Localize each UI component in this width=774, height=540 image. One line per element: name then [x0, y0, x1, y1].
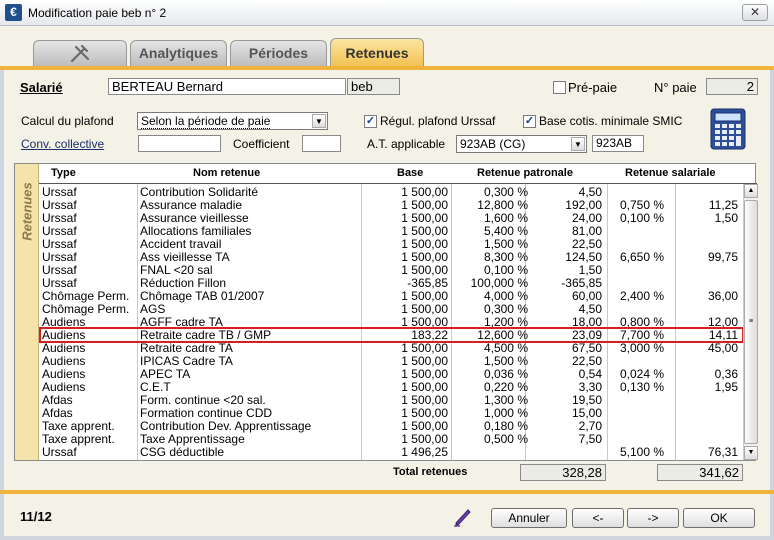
tab-retenues[interactable]: Retenues: [330, 38, 424, 68]
coefficient-field[interactable]: [302, 135, 341, 152]
calcul-plafond-value: Selon la période de paie: [141, 114, 271, 129]
col-header-salariale[interactable]: Retenue salariale: [625, 164, 716, 182]
close-button[interactable]: ✕: [742, 4, 768, 21]
cell-base: 1 496,25: [401, 445, 448, 459]
chevron-down-icon: ▼: [571, 137, 585, 151]
regul-plafond-label: Régul. plafond Urssaf: [380, 114, 496, 128]
cell-taux-sal: 6,650 %: [620, 250, 665, 264]
next-button[interactable]: ->: [627, 508, 679, 528]
at-code-field: 923AB: [592, 135, 644, 152]
title-bar: € Modification paie beb n° 2 ✕: [0, 0, 774, 26]
total-salariale-field: 341,62: [657, 464, 743, 481]
window-frame-right: [770, 26, 774, 540]
window-title: Modification paie beb n° 2: [28, 6, 167, 20]
footer-divider: [0, 490, 774, 494]
at-applicable-select[interactable]: 923AB (CG) ▼: [456, 135, 587, 153]
coefficient-label: Coefficient: [233, 137, 290, 151]
prepaie-checkbox[interactable]: [553, 81, 566, 94]
side-band-label: Retenues: [19, 182, 35, 241]
salarie-label[interactable]: Salarié: [20, 80, 63, 95]
cell-mont-sal: 36,00: [707, 289, 738, 303]
chevron-down-icon: ▼: [312, 114, 326, 128]
tab-tools[interactable]: [33, 40, 127, 66]
calcul-plafond-label: Calcul du plafond: [21, 114, 114, 128]
col-header-nom[interactable]: Nom retenue: [193, 164, 261, 182]
total-retenues-label: Total retenues: [393, 466, 468, 478]
base-smic-label: Base cotis. minimale SMIC: [539, 114, 683, 128]
page-indicator: 11/12: [20, 509, 52, 524]
col-header-base[interactable]: Base: [397, 164, 424, 182]
window-frame-left: [0, 26, 4, 540]
no-paie-label: N° paie: [654, 80, 697, 95]
at-applicable-value: 923AB (CG): [460, 137, 526, 151]
col-header-patronale[interactable]: Retenue patronale: [477, 164, 573, 182]
cell-taux-sal: 2,400 %: [620, 289, 665, 303]
table-row[interactable]: Urssaf CSG déductible 1 496,25 5,100 % 76,31: [40, 446, 742, 459]
scroll-down-arrow-icon[interactable]: ▼: [744, 446, 758, 460]
calculator-button[interactable]: [710, 108, 746, 150]
conv-collective-link[interactable]: Conv. collective: [21, 137, 104, 151]
no-paie-field: 2: [706, 78, 758, 95]
tool-icon: [70, 44, 90, 63]
cell-mont-sal: 76,31: [707, 445, 738, 459]
calculator-icon: [710, 108, 746, 150]
tab-bar: Analytiques Périodes Retenues: [0, 26, 774, 68]
total-patronale-field: 328,28: [520, 464, 606, 481]
cell-mont-pat: 7,50: [578, 432, 602, 446]
cell-taux-sal: 0,100 %: [620, 211, 665, 225]
cell-taux-pat: 0,500 %: [483, 432, 528, 446]
prepaie-label: Pré-paie: [568, 80, 618, 95]
retenues-side-band: Retenues: [15, 164, 39, 460]
cell-mont-sal: 1,95: [714, 380, 738, 394]
close-icon: ✕: [749, 5, 761, 19]
conv-collective-field[interactable]: [138, 135, 221, 152]
col-header-type[interactable]: Type: [51, 164, 76, 182]
app-logo-icon: €: [5, 4, 22, 21]
retenues-grid: Retenues Type Nom retenue Base Retenue p…: [14, 163, 758, 461]
tab-analytiques[interactable]: Analytiques: [130, 40, 227, 66]
cell-mont-sal: 99,75: [707, 250, 738, 264]
previous-button[interactable]: <-: [572, 508, 624, 528]
cell-mont-sal: 1,50: [714, 211, 738, 225]
pen-icon: [454, 509, 471, 527]
scroll-thumb[interactable]: ≡: [744, 200, 758, 444]
annuler-button[interactable]: Annuler: [491, 508, 567, 528]
edit-button[interactable]: [452, 505, 474, 527]
cell-mont-sal: 45,00: [707, 341, 738, 355]
salarie-name-field[interactable]: BERTEAU Bernard: [108, 78, 346, 95]
regul-plafond-checkbox[interactable]: ✓: [364, 115, 377, 128]
cell-taux-sal: 5,100 %: [620, 445, 665, 459]
retenues-table-body: Urssaf Contribution Solidarité 1 500,00 0,3…: [40, 186, 742, 459]
at-applicable-label: A.T. applicable: [367, 137, 446, 151]
salarie-code-field: beb: [347, 78, 400, 95]
vertical-scrollbar[interactable]: ▲ ≡ ▼: [743, 184, 758, 460]
cell-type: Urssaf: [42, 445, 77, 459]
cell-nom: CSG déductible: [140, 445, 225, 459]
cell-taux-sal: 0,130 %: [620, 380, 665, 394]
scroll-up-arrow-icon[interactable]: ▲: [744, 184, 758, 198]
calcul-plafond-select[interactable]: Selon la période de paie ▼: [137, 112, 328, 130]
cell-taux-sal: 3,000 %: [620, 341, 665, 355]
tab-underline: [0, 66, 774, 70]
base-smic-checkbox[interactable]: ✓: [523, 115, 536, 128]
ok-button[interactable]: OK: [683, 508, 755, 528]
header-divider: [39, 183, 757, 184]
tab-periodes[interactable]: Périodes: [230, 40, 327, 66]
window-frame-bottom: [0, 536, 774, 540]
